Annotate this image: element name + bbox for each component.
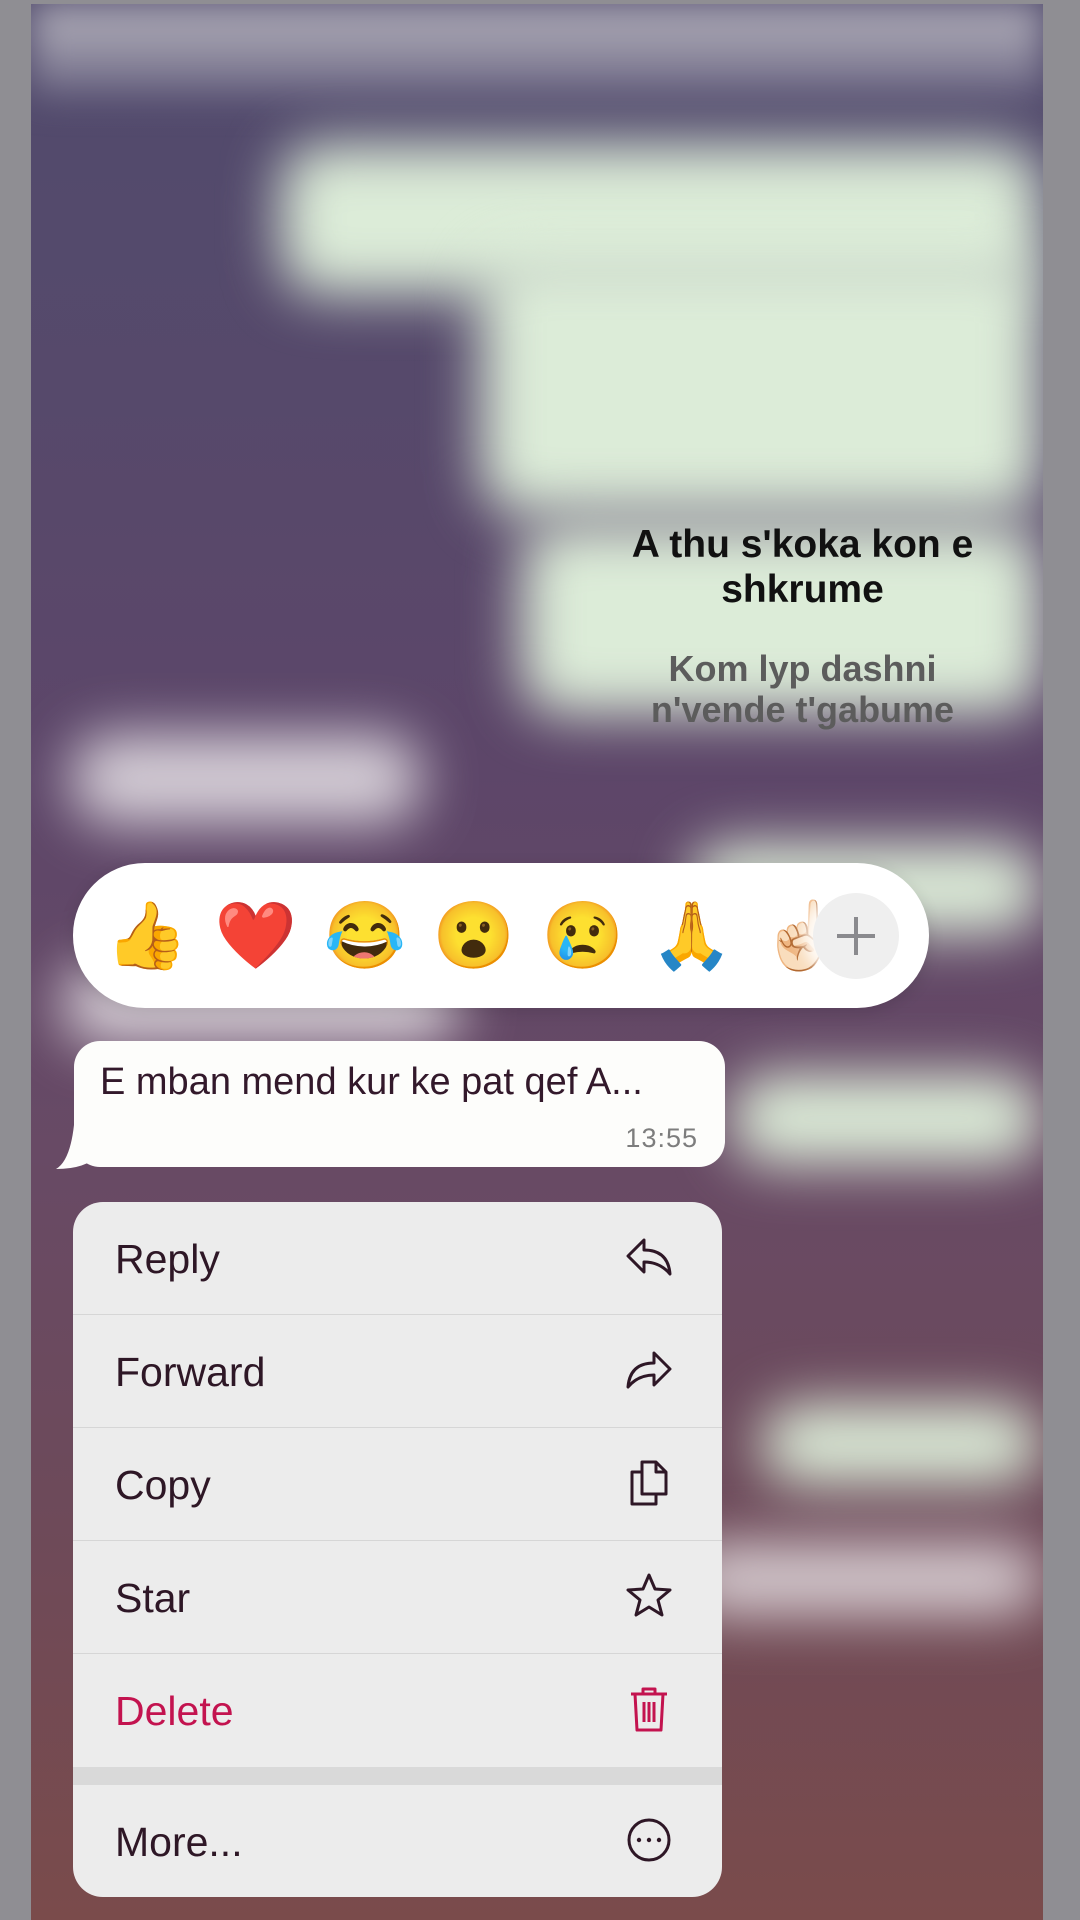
reaction-thumbs-up[interactable]: 👍: [105, 893, 189, 977]
menu-item-label: Forward: [115, 1349, 266, 1395]
menu-item-label: Delete: [115, 1688, 234, 1734]
menu-item-copy[interactable]: Copy: [73, 1428, 722, 1541]
context-menu: Reply Forward Copy Star Delete More...: [73, 1202, 722, 1897]
reaction-surprised[interactable]: 😮: [432, 893, 516, 977]
menu-item-delete[interactable]: Delete: [73, 1654, 722, 1766]
menu-item-reply[interactable]: Reply: [73, 1202, 722, 1315]
menu-item-label: More...: [115, 1819, 243, 1865]
caption-title: A thu s'koka kon e shkrume: [631, 523, 974, 611]
menu-separator: [73, 1767, 722, 1785]
menu-item-forward[interactable]: Forward: [73, 1315, 722, 1428]
menu-item-label: Star: [115, 1575, 191, 1621]
reaction-praying[interactable]: 🙏: [650, 893, 734, 977]
reaction-bar: 👍 ❤️ 😂 😮 😢 🙏 ☝🏻: [73, 863, 929, 1008]
reaction-heart[interactable]: ❤️: [214, 893, 298, 977]
menu-item-more[interactable]: More...: [73, 1785, 722, 1897]
reaction-laughing[interactable]: 😂: [323, 893, 407, 977]
message-bubble[interactable]: E mban mend kur ke pat qef A... 13:55: [74, 1041, 725, 1167]
caption-subtitle: Kom lyp dashni n'vende t'gabume: [650, 648, 955, 731]
more-icon: [627, 1818, 671, 1862]
forward-icon: [626, 1351, 672, 1389]
menu-item-label: Copy: [115, 1462, 211, 1508]
reply-icon: [626, 1238, 672, 1276]
copy-icon: [630, 1460, 668, 1506]
menu-item-label: Reply: [115, 1236, 220, 1282]
message-text: E mban mend kur ke pat qef A...: [100, 1061, 643, 1103]
trash-icon: [631, 1687, 667, 1732]
menu-item-star[interactable]: Star: [73, 1541, 722, 1654]
reaction-crying[interactable]: 😢: [541, 893, 625, 977]
plus-icon[interactable]: [813, 893, 899, 979]
message-time: 13:55: [625, 1123, 698, 1153]
star-icon: [626, 1573, 672, 1617]
